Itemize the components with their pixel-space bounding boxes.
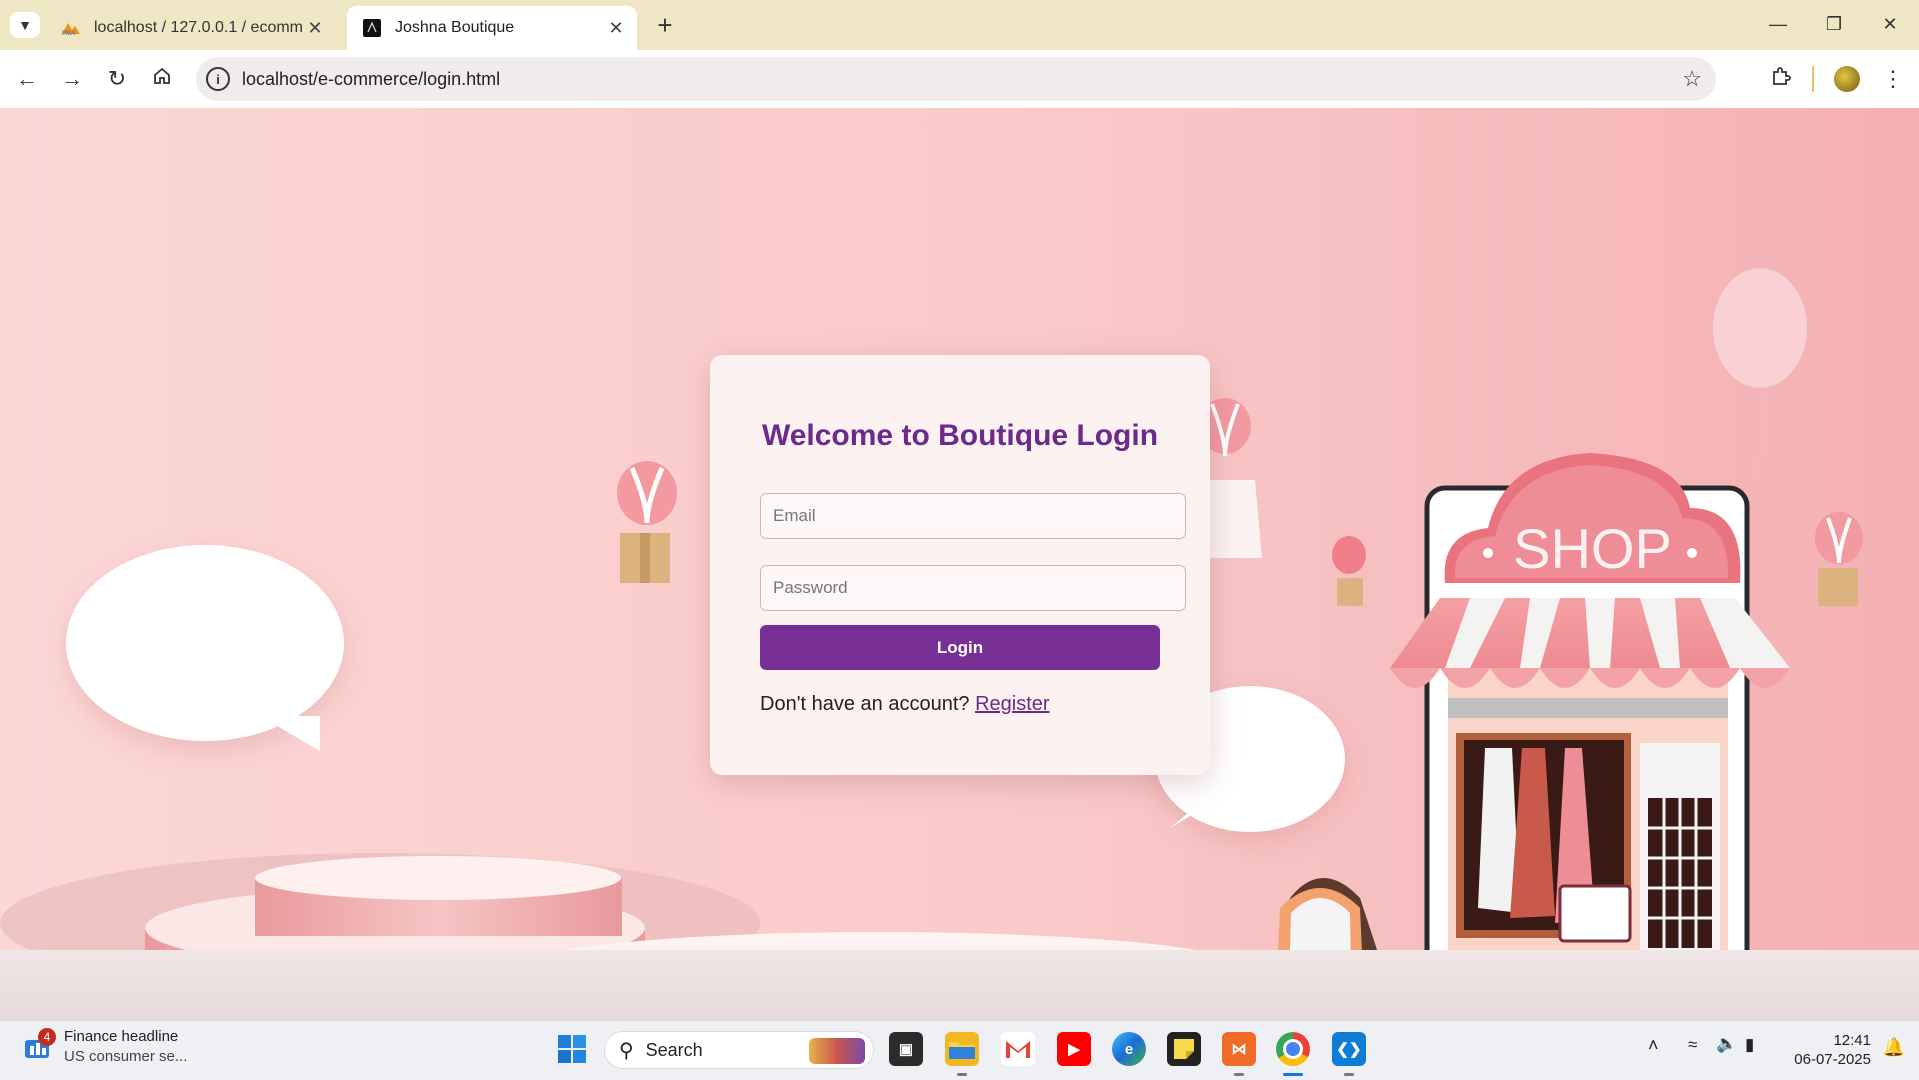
search-highlight-icon [809, 1038, 865, 1064]
clock-time: 12:41 [1833, 1032, 1871, 1049]
boutique-favicon-icon [361, 17, 383, 39]
hot-air-balloon-icon [1332, 536, 1366, 606]
hot-air-balloon-icon [617, 461, 677, 583]
url-text[interactable]: localhost/e-commerce/login.html [242, 69, 1682, 90]
restore-icon: ❐ [1825, 13, 1843, 34]
edge-icon[interactable]: e [1112, 1032, 1146, 1066]
chevron-up-icon[interactable]: ˄ [1648, 1035, 1659, 1056]
volume-icon[interactable]: 🔈 [1716, 1034, 1737, 1054]
shop-sign-text: SHOP [1513, 517, 1672, 580]
avatar [1834, 66, 1860, 92]
new-tab-button[interactable]: + [650, 10, 680, 40]
close-icon: ✕ [1882, 13, 1898, 34]
windows-icon [558, 1035, 586, 1063]
extensions-button[interactable] [1764, 62, 1798, 96]
speech-bubble-left [66, 545, 344, 741]
login-card: Welcome to Boutique Login Login Don't ha… [710, 355, 1210, 775]
close-icon[interactable]: ✕ [603, 15, 629, 41]
page-title: Welcome to Boutique Login [761, 419, 1159, 452]
tab-title: Joshna Boutique [395, 19, 515, 36]
running-indicator [1234, 1073, 1244, 1076]
login-button[interactable]: Login [760, 625, 1160, 670]
password-field[interactable] [760, 565, 1186, 611]
login-page: SHOP Welcome to Boutique Login Login Don… [0, 108, 1919, 1020]
balloon-icon [1713, 268, 1807, 388]
chrome-icon[interactable] [1276, 1032, 1310, 1066]
register-prompt: Don't have an account? Register [760, 693, 1050, 716]
speech-bubble-tail [1170, 798, 1220, 828]
close-window-button[interactable]: ✕ [1870, 8, 1910, 40]
site-info-icon[interactable]: i [206, 67, 230, 91]
browser-tab-bar: ▼ PMA localhost / 127.0.0.1 / ecommerce … [0, 0, 1919, 50]
running-indicator [1344, 1073, 1354, 1076]
notification-badge: 4 [38, 1028, 56, 1046]
reload-button[interactable]: ↻ [100, 62, 134, 96]
browser-menu-button[interactable]: ⋮ [1876, 62, 1910, 96]
news-widget-icon: 4 [22, 1028, 56, 1062]
tab-phpmyadmin[interactable]: PMA localhost / 127.0.0.1 / ecommerce ✕ [46, 6, 336, 50]
vscode-icon[interactable]: ❮❯ [1332, 1032, 1366, 1066]
xampp-icon[interactable]: ⋈ [1222, 1032, 1256, 1066]
svg-text:PMA: PMA [62, 31, 76, 36]
taskbar: 4 Finance headline US consumer se... ⚲ S… [0, 1020, 1919, 1080]
floor [0, 950, 1919, 1020]
toolbar-divider [1812, 66, 1814, 92]
profile-button[interactable] [1830, 62, 1864, 96]
running-indicator [957, 1073, 967, 1076]
task-view-icon[interactable]: ▣ [889, 1032, 923, 1066]
restore-button[interactable]: ❐ [1814, 8, 1854, 40]
email-field[interactable] [760, 493, 1186, 539]
search-icon: ⚲ [619, 1039, 634, 1062]
phpmyadmin-icon: PMA [60, 17, 82, 39]
chevron-down-icon: ▼ [18, 17, 32, 33]
hot-air-balloon-icon [1815, 512, 1863, 606]
puzzle-icon [1770, 65, 1792, 93]
news-headline: Finance headline [64, 1028, 179, 1045]
clock[interactable]: 12:41 06-07-2025 [1794, 1031, 1871, 1069]
minimize-icon: — [1769, 13, 1787, 34]
register-link[interactable]: Register [975, 693, 1049, 715]
wifi-icon[interactable]: ≈ [1688, 1035, 1697, 1055]
taskbar-search[interactable]: ⚲ Search [604, 1031, 874, 1069]
gmail-icon[interactable] [1001, 1032, 1035, 1066]
address-bar[interactable]: i localhost/e-commerce/login.html ☆ [196, 57, 1716, 101]
browser-toolbar: ← → ↻ i localhost/e-commerce/login.html … [0, 50, 1919, 109]
home-icon [152, 66, 172, 92]
forward-button[interactable]: → [55, 62, 89, 96]
news-widget[interactable]: 4 Finance headline US consumer se... [22, 1027, 187, 1067]
home-button[interactable] [145, 62, 179, 96]
close-icon[interactable]: ✕ [302, 15, 328, 41]
battery-icon[interactable]: ▮ [1745, 1035, 1754, 1055]
notifications-icon[interactable]: 🔔 [1883, 1037, 1905, 1058]
clock-date: 06-07-2025 [1794, 1051, 1871, 1068]
tab-title: localhost / 127.0.0.1 / ecommerce [94, 19, 302, 36]
register-prompt-text: Don't have an account? [760, 693, 976, 715]
active-indicator [1283, 1073, 1303, 1076]
file-explorer-icon[interactable] [945, 1032, 979, 1066]
tab-joshna-boutique[interactable]: Joshna Boutique ✕ [347, 6, 637, 50]
arrow-left-icon: ← [16, 66, 38, 91]
search-label: Search [645, 1039, 703, 1060]
back-button[interactable]: ← [10, 62, 44, 96]
tab-search-button[interactable]: ▼ [10, 12, 40, 38]
plus-icon: + [657, 9, 673, 40]
start-button[interactable] [555, 1032, 589, 1066]
arrow-right-icon: → [61, 66, 83, 91]
speech-bubble-tail [260, 716, 320, 751]
reload-icon: ↻ [107, 66, 127, 91]
more-vertical-icon: ⋮ [1882, 66, 1904, 91]
bookmark-star-icon[interactable]: ☆ [1682, 66, 1702, 92]
sticky-notes-icon[interactable] [1167, 1032, 1201, 1066]
minimize-button[interactable]: — [1758, 8, 1798, 40]
youtube-icon[interactable]: ▶ [1057, 1032, 1091, 1066]
news-subtitle: US consumer se... [64, 1048, 188, 1065]
